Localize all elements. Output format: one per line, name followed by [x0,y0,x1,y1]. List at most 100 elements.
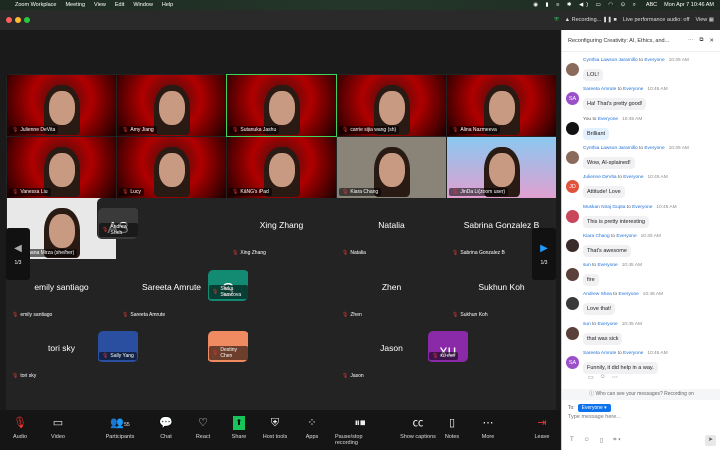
participant-face [378,91,405,125]
chat-message: sun to Everyone 10:45 AM fire [566,263,642,287]
participant-name-label: 🎙︎ Sareeta Amrute [122,311,166,318]
sender-name[interactable]: Julienne DeVita [583,175,617,180]
emoji-icon[interactable]: ☺ [584,437,590,444]
sender-name[interactable]: Cynthia Lawson Jaramillo [583,58,638,63]
chat-message: Cynthia Lawson Jaramillo to Everyone 10:4… [566,146,689,169]
prev-page-button[interactable]: ◀ 1/3 [6,228,30,280]
recipient-name: Everyone [644,145,665,151]
format-icon[interactable]: T [570,437,574,444]
chat-message: SA Sareeta Amrute to Everyone 10:45 AM Funn… [566,351,668,374]
participant-tile[interactable]: 🎙︎ Sutanuka Jashu [226,74,337,137]
message-time: 10:45 AM [642,292,664,298]
mic-muted-icon: 🎙︎ [232,127,239,133]
close-icon[interactable]: ✕ [709,38,714,44]
more-icon[interactable]: ⋯ [688,38,694,44]
participant-tile[interactable]: Natalia 🎙︎ Natalia [337,198,446,259]
recipient-dropdown[interactable]: Everyone ▾ [577,404,611,412]
menu-help[interactable]: Help [162,2,173,8]
participant-name-label: 🎙︎ Vanessa Liu [9,187,51,196]
menu-edit[interactable]: Edit [115,2,124,8]
participant-tile[interactable]: 🎙︎ Julienne DeVita [7,75,116,136]
participant-name-label: 🎙︎ Kiara Chang [339,187,382,196]
participant-tile[interactable]: 🎙︎ Kiara Chang [337,136,446,198]
participant-tile[interactable]: 🎙︎ Sally Yang [97,321,138,362]
emoji-icon[interactable]: ☺ [600,374,606,381]
close-window-button[interactable] [6,17,12,23]
minimize-window-button[interactable] [15,17,21,23]
participant-name-label: 🎙︎ Xing Zhang [232,250,266,256]
participant-tile[interactable]: AS🎙︎Andrew Shea [97,198,138,239]
chat-header: Reconfiguring Creativity: AI, Ethics, an… [562,30,720,52]
participant-tile[interactable]: 🎙︎ KāNG's iPad [227,136,336,198]
participant-name-label: 🎙︎ xu eve [429,352,459,360]
participant-name-label: 🎙︎ Sabrina Gonzalez B [452,250,505,256]
message-input[interactable] [568,414,708,420]
input-source[interactable]: ABC [646,2,657,8]
participant-tile[interactable]: Xing Zhang 🎙︎ Xing Zhang [227,198,336,259]
participant-tile[interactable]: 🎙︎ Alina Nazmeeva [447,75,556,136]
zoom-window-button[interactable] [24,17,30,23]
menu-zoom-workplace[interactable]: Zoom Workplace [15,2,56,8]
message-header: Kiara Chang to Everyone 10:45 AM [583,233,661,239]
sender-name[interactable]: Sareeta Amrute [583,351,616,356]
participant-tile[interactable]: S🎙︎Sarka Samcova [207,259,248,301]
live-audio-status[interactable]: Live performance audio: off [623,17,690,23]
sender-name[interactable]: Cynthia Lawson Jaramillo [583,146,638,151]
leave-button[interactable]: ⇥ Leave [517,416,567,440]
participant-tile[interactable]: xu 🎙︎ xu eve [427,321,468,362]
sender-name[interactable]: sun [583,322,591,327]
sender-name[interactable]: Sareeta Amrute [583,87,616,92]
more-button[interactable]: ⋯ More [463,416,513,440]
participant-name-label: 🎙︎ Julienne DeVita [9,126,59,134]
participants-button[interactable]: 👥55 Participants [95,416,145,440]
recipient-name: Everyone [632,204,653,210]
toolbar-label: More [481,434,495,440]
participant-tile[interactable]: 🎙︎ Amy Jiang [117,75,226,136]
message-time: 10:45 AM [668,58,689,63]
screenshot-icon[interactable]: ⌗ ▾ [613,437,621,444]
menu-window[interactable]: Window [133,2,153,8]
video-button[interactable]: ▭ Video [33,416,83,440]
mic-muted-icon: 🎙︎ [102,353,109,359]
chat-title: Reconfiguring Creativity: AI, Ethics, an… [568,37,670,44]
sender-avatar: JD [566,180,579,194]
recording-indicator[interactable]: ▲ Recording... ❚❚ ■ [565,17,617,23]
sender-name[interactable]: Muskan Niraj Gupta [583,205,625,210]
send-button[interactable]: ➤ [705,435,716,446]
sender-name[interactable]: You [583,117,591,122]
message-bubble: Brilliant [583,127,610,140]
participant-tile[interactable]: 🎙︎ carrie sijia wang (sh) [337,75,446,136]
participant-tile[interactable]: 🎙︎ Destiny Chen [207,321,248,362]
sender-name[interactable]: Kiara Chang [583,234,610,239]
who-can-see-notice[interactable]: ⓘ Who can see your messages? Recording o… [562,389,720,400]
message-actions: ▭ ☺ ⋯ [588,374,618,381]
menu-view[interactable]: View [94,2,106,8]
participant-tile[interactable]: 🎙︎ Vanessa Liu [7,136,116,198]
toolbar-label: Apps [305,434,319,440]
participant-name-label: 🎙︎ Natalia [342,250,366,256]
next-page-button[interactable]: ▶ 1/3 [532,228,556,280]
pause-stop-icon: ⏸⏹ [354,417,366,429]
more-icon[interactable]: ⋯ [612,374,618,381]
menu-meeting[interactable]: Meeting [65,2,85,8]
participant-tile[interactable]: 🎙︎ JinDa Li(zoom user) [447,136,556,198]
pop-out-icon[interactable]: ⧉ [699,37,703,44]
participant-tile[interactable]: Zhen 🎙︎ Zhen [337,259,446,321]
share-icon: ⬆ [232,416,246,430]
pause-stop-recording-button[interactable]: ⏸⏹ Pause/stop recording [335,416,385,446]
mic-muted-icon: 🎙︎ [12,373,19,379]
sender-name[interactable]: sun [583,263,591,268]
reply-icon[interactable]: ▭ [588,374,594,381]
sender-name[interactable]: Andrew Shea [583,292,612,297]
participant-name-label: 🎙︎ Sally Yang [99,352,137,360]
chat-message: Andrew Shea to Everyone 10:45 AM Love that… [566,292,664,316]
view-button[interactable]: View ▦ [695,17,714,23]
sender-avatar [566,209,579,223]
mic-muted-icon: 🎙︎ [12,127,19,133]
apps-button[interactable]: ⁘ Apps [287,416,337,440]
participant-name-label: 🎙︎ Jason [342,373,364,379]
mic-muted-icon: 🎙︎ [452,127,459,133]
sender-avatar [566,326,579,340]
participant-tile[interactable]: 🎙︎ Lucy [117,136,226,198]
file-icon[interactable]: ▯ [600,437,603,444]
